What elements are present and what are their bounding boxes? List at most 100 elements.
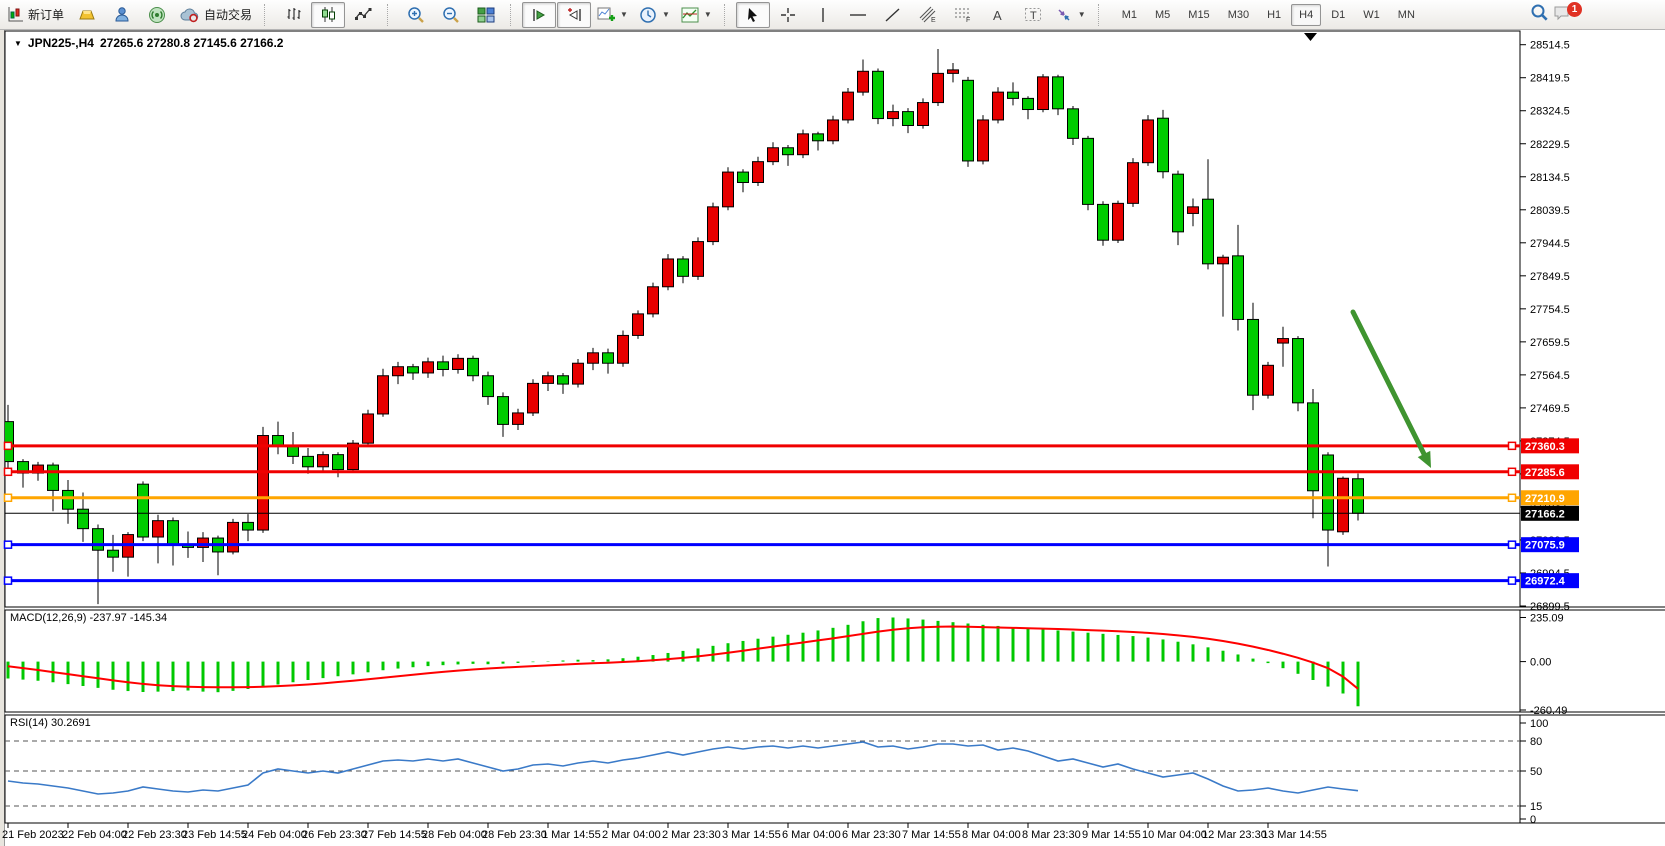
macd-pane[interactable]	[8, 617, 1358, 706]
candle-body	[993, 92, 1004, 120]
candle-body	[363, 414, 374, 443]
time-tick-label: 12 Mar 23:30	[1202, 829, 1267, 841]
shift-marker-icon[interactable]	[1304, 33, 1317, 41]
candle-body	[258, 436, 269, 531]
macd-axis-label: 0.00	[1530, 657, 1551, 669]
line-handle[interactable]	[5, 577, 12, 584]
price-tick-label: 28324.5	[1530, 106, 1570, 118]
candle-body	[663, 259, 674, 287]
line-handle[interactable]	[1509, 468, 1516, 475]
candle-body	[1158, 118, 1169, 172]
time-tick-label: 27 Feb 14:55	[362, 829, 427, 841]
pane-border	[5, 31, 1520, 607]
line-handle[interactable]	[5, 468, 12, 475]
candle-body	[633, 314, 644, 336]
candle-body	[1248, 319, 1259, 395]
candle-body	[903, 112, 914, 126]
candle-body	[1128, 163, 1139, 204]
candle-body	[573, 363, 584, 384]
time-tick-label: 6 Mar 04:00	[782, 829, 841, 841]
candle-body	[423, 362, 434, 373]
candle-body	[243, 522, 254, 530]
line-handle[interactable]	[5, 541, 12, 548]
time-tick-label: 22 Feb 04:00	[62, 829, 127, 841]
candle-body	[108, 550, 119, 557]
rsi-pane[interactable]	[5, 741, 1520, 806]
candle-body	[438, 362, 449, 370]
candle-body	[1278, 339, 1289, 344]
candle-body	[603, 353, 614, 363]
candle-body	[1083, 138, 1094, 204]
candle-body	[1263, 365, 1274, 395]
candle-body	[1188, 207, 1199, 214]
candle-body	[138, 484, 149, 537]
chart-title: ▼ JPN225-,H4 27265.6 27280.8 27145.6 271…	[14, 36, 283, 50]
chart-svg[interactable]: 28514.528419.528324.528229.528134.528039…	[0, 0, 1665, 846]
candle-body	[858, 71, 869, 92]
candle-body	[723, 172, 734, 207]
rsi-indicator-label: RSI(14) 30.2691	[10, 717, 91, 729]
candle-body	[168, 521, 179, 545]
candle-body	[1203, 199, 1214, 264]
candle-body	[978, 120, 989, 161]
line-handle[interactable]	[5, 494, 12, 501]
price-tick-label: 28134.5	[1530, 172, 1570, 184]
candle-body	[843, 92, 854, 120]
candle-body	[828, 120, 839, 141]
pane-border	[5, 610, 1520, 712]
price-tick-label: 27564.5	[1530, 370, 1570, 382]
chart-collapse-icon[interactable]: ▼	[14, 39, 22, 48]
time-tick-label: 2 Mar 04:00	[602, 829, 661, 841]
candle-body	[1023, 98, 1034, 109]
candle-body	[408, 367, 419, 373]
candle-body	[78, 509, 89, 528]
price-tick-label: 27659.5	[1530, 337, 1570, 349]
time-tick-label: 28 Feb 04:00	[422, 829, 487, 841]
candle-body	[963, 80, 974, 161]
trend-arrow[interactable]	[1353, 312, 1424, 454]
line-handle[interactable]	[1509, 494, 1516, 501]
time-tick-label: 2 Mar 23:30	[662, 829, 721, 841]
candle-body	[918, 103, 929, 126]
candle-body	[648, 287, 659, 314]
candle-body	[753, 162, 764, 183]
candle-body	[678, 259, 689, 276]
price-tick-label: 28514.5	[1530, 40, 1570, 52]
candle-body	[153, 521, 164, 537]
candle-body	[1113, 203, 1124, 240]
line-handle[interactable]	[5, 442, 12, 449]
time-tick-label: 13 Mar 14:55	[1262, 829, 1327, 841]
candle-body	[558, 376, 569, 384]
candle-body	[333, 455, 344, 470]
candle-body	[543, 376, 554, 384]
line-handle[interactable]	[1509, 541, 1516, 548]
candle-body	[888, 112, 899, 119]
time-tick-label: 24 Feb 04:00	[242, 829, 307, 841]
time-tick-label: 10 Mar 04:00	[1142, 829, 1207, 841]
line-handle[interactable]	[1509, 442, 1516, 449]
candle-body	[528, 383, 539, 413]
time-tick-label: 26 Feb 23:30	[302, 829, 367, 841]
time-tick-label: 3 Mar 14:55	[722, 829, 781, 841]
candle-body	[1173, 174, 1184, 232]
symbol-name: JPN225-,H4	[28, 36, 94, 50]
candle-body	[1293, 339, 1304, 403]
candle-body	[1218, 257, 1229, 264]
time-tick-label: 23 Feb 14:55	[182, 829, 247, 841]
time-tick-label: 1 Mar 14:55	[542, 829, 601, 841]
price-tick-label: 28419.5	[1530, 73, 1570, 85]
candle-body	[378, 376, 389, 414]
candle-body	[48, 465, 59, 490]
candle-body	[693, 242, 704, 277]
price-tag-label: 26972.4	[1525, 576, 1566, 588]
price-tick-label: 27754.5	[1530, 304, 1570, 316]
macd-axis-label: 235.09	[1530, 612, 1564, 624]
line-handle[interactable]	[1509, 577, 1516, 584]
price-tag-label: 27075.9	[1525, 540, 1565, 552]
price-tag-label: 27166.2	[1525, 508, 1565, 520]
rsi-axis-label: 50	[1530, 766, 1542, 778]
candle-body	[1008, 92, 1019, 98]
mt4-window: 新订单 自动交易	[0, 0, 1665, 846]
macd-indicator-label: MACD(12,26,9) -237.97 -145.34	[10, 612, 167, 624]
time-tick-label: 6 Mar 23:30	[842, 829, 901, 841]
